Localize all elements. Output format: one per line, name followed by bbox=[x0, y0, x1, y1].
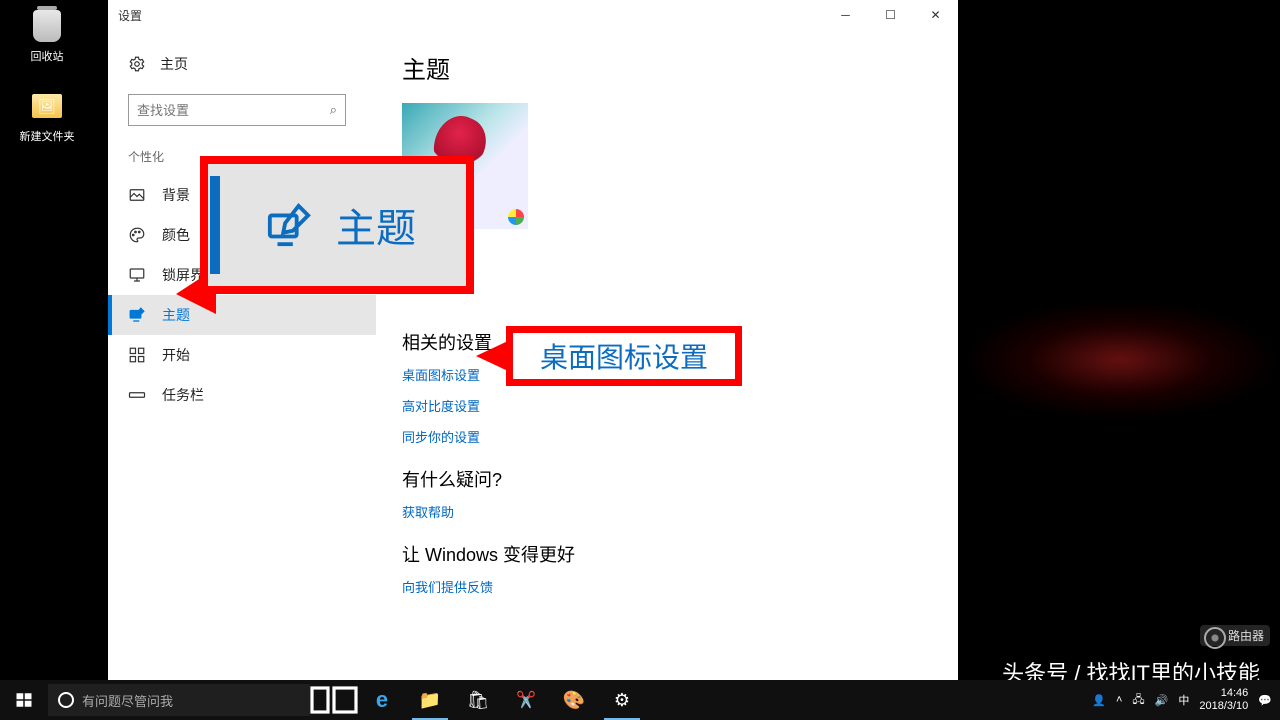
grid-icon bbox=[128, 346, 146, 364]
minimize-button[interactable]: ─ bbox=[823, 0, 868, 30]
edge-icon: e bbox=[376, 687, 388, 713]
image-icon bbox=[128, 186, 146, 204]
questions-heading: 有什么疑问? bbox=[402, 466, 932, 492]
cortana-search[interactable]: 有问题尽管问我 bbox=[48, 684, 310, 716]
tray-people-icon[interactable]: 👤 bbox=[1092, 694, 1106, 707]
task-view-icon bbox=[310, 682, 358, 718]
feedback-heading: 让 Windows 变得更好 bbox=[402, 541, 932, 567]
pen-monitor-icon bbox=[266, 202, 312, 248]
cortana-icon bbox=[58, 692, 74, 708]
folder-icon: 📁 bbox=[419, 690, 441, 711]
taskbar: 有问题尽管问我 e 📁 🛍 ✂️ 🎨 ⚙ 👤 ˄ 🖧 🔊 中 14:46 201… bbox=[0, 680, 1280, 720]
link-give-feedback[interactable]: 向我们提供反馈 bbox=[402, 577, 932, 596]
clock-time: 14:46 bbox=[1199, 687, 1248, 700]
maximize-button[interactable]: ☐ bbox=[868, 0, 913, 30]
page-title: 主题 bbox=[402, 50, 932, 85]
link-sync-settings[interactable]: 同步你的设置 bbox=[402, 427, 932, 446]
window-title: 设置 bbox=[118, 7, 142, 24]
search-box[interactable]: ⌕ bbox=[128, 94, 346, 126]
desktop-icon-label: 回收站 bbox=[12, 48, 82, 64]
search-icon: ⌕ bbox=[330, 102, 337, 118]
decorative-glow bbox=[960, 300, 1280, 420]
scissors-icon: ✂️ bbox=[516, 690, 536, 710]
watermark-badge: 路由器 bbox=[1200, 625, 1270, 646]
sidebar-item-themes[interactable]: 主题 bbox=[108, 295, 376, 335]
recycle-bin-icon bbox=[33, 10, 61, 42]
home-button[interactable]: 主页 bbox=[108, 48, 376, 80]
tray-network-icon[interactable]: 🖧 bbox=[1132, 691, 1144, 710]
annotation-text: 主题 bbox=[336, 196, 416, 254]
link-high-contrast[interactable]: 高对比度设置 bbox=[402, 396, 932, 415]
paint-icon: 🎨 bbox=[563, 690, 585, 711]
sidebar: 主页 ⌕ 个性化 背景 颜色 锁屏界面 主题 bbox=[108, 30, 376, 680]
nav-label: 背景 bbox=[162, 185, 190, 205]
nav-label: 开始 bbox=[162, 345, 190, 365]
clock-date: 2018/3/10 bbox=[1199, 700, 1248, 713]
desktop-icon-recycle-bin[interactable]: 回收站 bbox=[12, 8, 82, 64]
taskbar-app-snip[interactable]: ✂️ bbox=[502, 680, 550, 720]
tray-chevron-up-icon[interactable]: ˄ bbox=[1116, 694, 1122, 706]
taskbar-app-paint[interactable]: 🎨 bbox=[550, 680, 598, 720]
gear-icon bbox=[128, 55, 146, 73]
task-view-button[interactable] bbox=[310, 680, 358, 720]
sidebar-item-start[interactable]: 开始 bbox=[108, 335, 376, 375]
titlebar[interactable]: 设置 ─ ☐ ✕ bbox=[108, 0, 958, 30]
annotation-callout-themes: 主题 bbox=[200, 156, 474, 294]
nav-label: 任务栏 bbox=[162, 385, 204, 405]
gear-icon: ⚙ bbox=[614, 690, 630, 711]
pen-monitor-icon bbox=[128, 306, 146, 324]
start-button[interactable] bbox=[0, 680, 48, 720]
palette-icon bbox=[128, 226, 146, 244]
annotation-arrow bbox=[476, 340, 510, 372]
search-input[interactable] bbox=[137, 103, 337, 118]
annotation-text: 桌面图标设置 bbox=[540, 336, 708, 376]
tray-ime-icon[interactable]: 中 bbox=[1178, 692, 1189, 708]
home-label: 主页 bbox=[160, 54, 188, 74]
monitor-icon bbox=[128, 266, 146, 284]
desktop-icon-new-folder[interactable]: 新建文件夹 bbox=[12, 88, 82, 144]
desktop-icon-label: 新建文件夹 bbox=[12, 128, 82, 144]
action-center-icon[interactable]: 💬 bbox=[1258, 694, 1272, 707]
taskbar-app-store[interactable]: 🛍 bbox=[454, 680, 502, 720]
store-icon: 🛍 bbox=[467, 690, 490, 711]
nav-label: 颜色 bbox=[162, 225, 190, 245]
close-button[interactable]: ✕ bbox=[913, 0, 958, 30]
sidebar-item-taskbar[interactable]: 任务栏 bbox=[108, 375, 376, 415]
system-tray: 👤 ˄ 🖧 🔊 中 14:46 2018/3/10 💬 bbox=[1092, 687, 1280, 713]
annotation-callout-desktop-icons: 桌面图标设置 bbox=[506, 326, 742, 386]
windows-icon bbox=[15, 691, 33, 709]
tray-volume-icon[interactable]: 🔊 bbox=[1155, 694, 1169, 707]
folder-icon bbox=[32, 94, 62, 118]
taskbar-icon bbox=[128, 386, 146, 404]
taskbar-app-settings[interactable]: ⚙ bbox=[598, 680, 646, 720]
link-get-help[interactable]: 获取帮助 bbox=[402, 502, 932, 521]
cortana-placeholder: 有问题尽管问我 bbox=[82, 691, 173, 710]
taskbar-clock[interactable]: 14:46 2018/3/10 bbox=[1199, 687, 1248, 713]
theme-badge-icon bbox=[508, 209, 524, 225]
taskbar-app-edge[interactable]: e bbox=[358, 680, 406, 720]
taskbar-app-explorer[interactable]: 📁 bbox=[406, 680, 454, 720]
